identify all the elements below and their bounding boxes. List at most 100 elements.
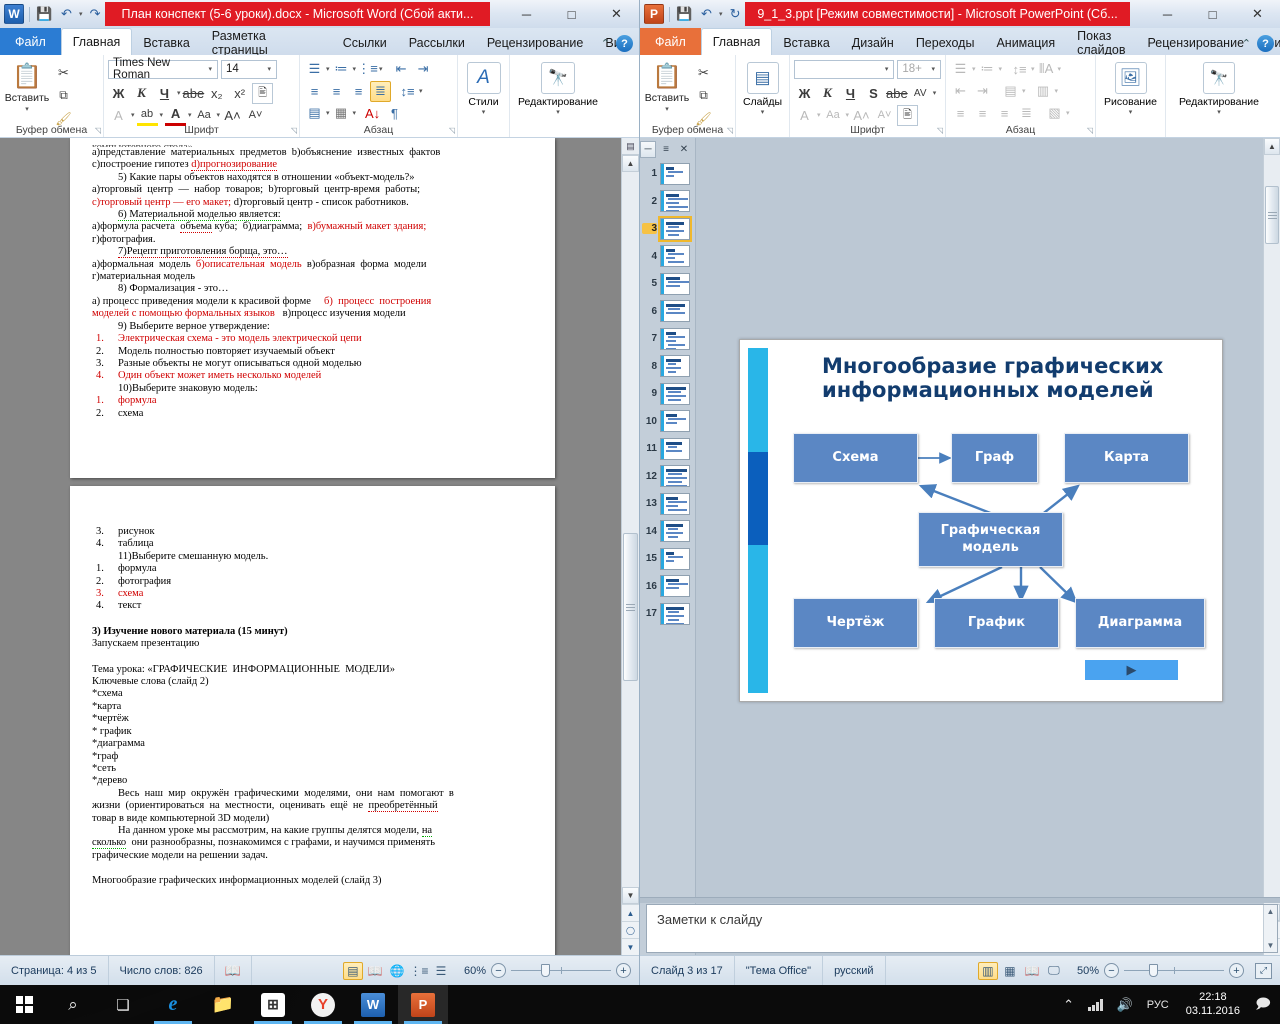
- word-app-icon[interactable]: W: [4, 4, 24, 24]
- tab-transitions[interactable]: Переходы: [905, 31, 986, 55]
- font-name-box[interactable]: Times New Roman ▾: [108, 57, 218, 81]
- taskbar-item-powerpoint[interactable]: P: [398, 985, 448, 1024]
- node-karta[interactable]: Карта: [1064, 433, 1189, 483]
- taskbar-item-yandex[interactable]: Y: [298, 985, 348, 1024]
- ppt-vertical-scrollbar[interactable]: ▲ ▼ ▲ ▼: [1263, 138, 1280, 955]
- slide-thumbnail-preview[interactable]: [660, 162, 690, 185]
- view-draft-icon[interactable]: ☰: [431, 962, 451, 980]
- slide-thumbnail-preview[interactable]: [660, 355, 690, 378]
- notes-scroll-down-icon[interactable]: ▼: [1267, 939, 1275, 952]
- minimize-button[interactable]: ─: [1145, 0, 1190, 28]
- bullets-dropdown-icon[interactable]: ▾: [326, 65, 330, 73]
- borders-icon[interactable]: ▦: [331, 103, 352, 124]
- shading-dropdown-icon[interactable]: ▾: [326, 109, 330, 117]
- maximize-button[interactable]: □: [1190, 0, 1235, 28]
- zoom-in-button[interactable]: +: [616, 963, 631, 978]
- paste-button[interactable]: 📋 Вставить ▾: [644, 58, 690, 116]
- bullets-icon[interactable]: ☰: [950, 59, 971, 80]
- numbering-dropdown-icon[interactable]: ▾: [999, 65, 1003, 73]
- copy-icon[interactable]: ⧉: [693, 85, 714, 106]
- tab-animations[interactable]: Анимация: [985, 31, 1066, 55]
- clipboard-dialog-launcher[interactable]: ◹: [727, 126, 733, 135]
- slide-thumbnail-preview[interactable]: [660, 520, 690, 543]
- tab-references[interactable]: Ссылки: [332, 31, 398, 55]
- slide-thumbnail-preview[interactable]: [660, 437, 690, 460]
- close-pane-icon[interactable]: ✕: [676, 141, 692, 158]
- notes-scrollbar[interactable]: ▲ ▼: [1263, 905, 1277, 952]
- minimize-ribbon-icon[interactable]: ⌃: [601, 37, 610, 50]
- show-hidden-icons-chevron-icon[interactable]: ⌃: [1056, 997, 1081, 1013]
- numbering-dropdown-icon[interactable]: ▾: [353, 65, 357, 73]
- minimize-pane-icon[interactable]: ─: [640, 140, 656, 158]
- slide-thumbnail-preview[interactable]: [660, 465, 690, 488]
- font-size-dropdown-icon[interactable]: ▾: [928, 65, 938, 73]
- slide-thumbnail-item[interactable]: 17: [640, 600, 695, 628]
- clear-formatting-icon[interactable]: 🖹: [897, 104, 919, 126]
- font-name-box[interactable]: ▾: [794, 59, 895, 79]
- line-spacing-icon[interactable]: ↕≡: [397, 81, 418, 102]
- numbering-icon[interactable]: ≔: [331, 59, 352, 80]
- tab-review[interactable]: Рецензирование: [476, 31, 595, 55]
- multilevel-list-icon[interactable]: ⋮≡: [357, 59, 378, 80]
- tab-insert[interactable]: Вставка: [132, 31, 200, 55]
- columns-dropdown-icon[interactable]: ▾: [1055, 87, 1059, 95]
- zoom-slider-thumb[interactable]: [541, 964, 550, 977]
- editing-button[interactable]: 🔭: [1203, 62, 1235, 94]
- slide-thumbnail-preview[interactable]: [660, 575, 690, 598]
- zoom-out-button[interactable]: −: [1104, 963, 1119, 978]
- tab-home[interactable]: Главная: [60, 28, 133, 55]
- view-slide-sorter-icon[interactable]: ▦: [1000, 962, 1020, 980]
- tab-mailings[interactable]: Рассылки: [398, 31, 476, 55]
- next-page-button[interactable]: ▼: [622, 938, 639, 955]
- font-dialog-launcher[interactable]: ◹: [937, 126, 943, 135]
- slide-thumbnail-preview[interactable]: [660, 547, 690, 570]
- outline-tab-icon[interactable]: ≡: [658, 141, 674, 158]
- slide-thumbnail-preview[interactable]: [658, 215, 692, 242]
- status-language[interactable]: русский: [823, 955, 886, 985]
- bullets-icon[interactable]: ☰: [304, 59, 325, 80]
- borders-dropdown-icon[interactable]: ▾: [353, 109, 357, 117]
- scrollbar-thumb[interactable]: [1265, 186, 1279, 244]
- italic-icon[interactable]: К: [817, 83, 838, 104]
- decrease-indent-icon[interactable]: ⇤: [391, 59, 412, 80]
- align-center-icon[interactable]: ≡: [972, 103, 993, 124]
- align-text-dropdown-icon[interactable]: ▾: [1022, 87, 1026, 95]
- status-slide[interactable]: Слайд 3 из 17: [640, 955, 735, 985]
- numbering-icon[interactable]: ≔: [977, 59, 998, 80]
- slide-thumbnail-item[interactable]: 13: [640, 490, 695, 518]
- slide-thumbnail-item[interactable]: 15: [640, 545, 695, 573]
- save-icon[interactable]: 💾: [675, 5, 694, 24]
- highlight-color-icon[interactable]: ab: [136, 105, 158, 126]
- taskbar-item-edge[interactable]: e: [148, 985, 198, 1024]
- current-slide[interactable]: Многообразие графических информационных …: [739, 339, 1223, 702]
- increase-indent-icon[interactable]: ⇥: [972, 81, 993, 102]
- align-right-icon[interactable]: ≡: [348, 81, 369, 102]
- action-center-icon[interactable]: 🗩: [1250, 985, 1276, 1024]
- align-right-icon[interactable]: ≡: [994, 103, 1015, 124]
- slides-dropdown-icon[interactable]: ▾: [761, 108, 765, 116]
- slide-thumbnail-preview[interactable]: [660, 190, 690, 213]
- drawing-button[interactable]: 🖼: [1114, 62, 1147, 94]
- font-size-box[interactable]: 18+ ▾: [897, 59, 941, 79]
- node-chertezh[interactable]: Чертёж: [793, 598, 918, 648]
- slide-thumbnail-item[interactable]: 3: [640, 215, 695, 243]
- align-center-icon[interactable]: ≡: [326, 81, 347, 102]
- slide-thumbnail-preview[interactable]: [660, 272, 690, 295]
- network-signal-icon[interactable]: [1081, 998, 1110, 1011]
- sort-icon[interactable]: A↓: [362, 103, 383, 124]
- show-formatting-marks-icon[interactable]: ¶: [384, 103, 405, 124]
- node-shema[interactable]: Схема: [793, 433, 918, 483]
- scroll-down-button[interactable]: ▼: [622, 887, 639, 904]
- shrink-font-icon[interactable]: A˅: [245, 105, 266, 126]
- bold-icon[interactable]: Ж: [108, 83, 129, 104]
- slide-thumbnail-item[interactable]: 5: [640, 270, 695, 298]
- minimize-button[interactable]: ─: [504, 0, 549, 28]
- underline-icon[interactable]: Ч: [154, 83, 175, 104]
- view-full-screen-reading-icon[interactable]: 📖: [365, 962, 385, 980]
- word-document-area[interactable]: компьютерного стола». a)представление ма…: [0, 138, 639, 955]
- highlight-dropdown-icon[interactable]: ▾: [160, 111, 164, 119]
- save-icon[interactable]: 💾: [35, 5, 54, 24]
- fit-slide-to-window-button[interactable]: ⤢: [1255, 962, 1272, 979]
- undo-icon[interactable]: ↶: [57, 5, 76, 24]
- zoom-out-button[interactable]: −: [491, 963, 506, 978]
